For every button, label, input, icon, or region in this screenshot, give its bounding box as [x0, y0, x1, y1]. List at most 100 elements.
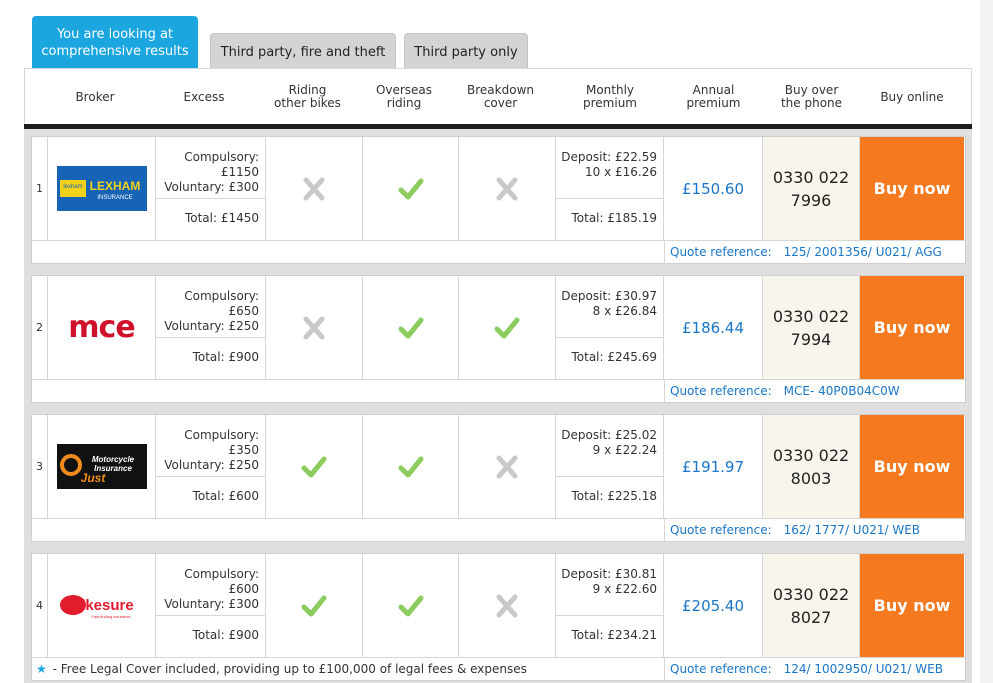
check-icon	[398, 456, 423, 477]
just-logo-badge: Just	[80, 471, 106, 485]
results-panel: You are looking at comprehensive results…	[0, 0, 980, 683]
buy-now-button[interactable]: Buy now	[860, 554, 964, 657]
phone-line-1: 0330 022	[772, 445, 850, 465]
excess-cell: Compulsory: £600 Voluntary: £300 Total: …	[156, 554, 266, 657]
result-footer: Quote reference: 125/ 2001356/ U021/ AGG	[32, 240, 965, 264]
cross-icon	[496, 594, 518, 617]
overseas-riding-cell	[363, 137, 459, 240]
tab-comprehensive[interactable]: You are looking at comprehensive results	[32, 16, 198, 70]
footer-divider	[664, 241, 665, 264]
phone-number[interactable]: 0330 022 7994	[763, 276, 860, 379]
lexham-logo-graphic: lexham LEXHAM INSURANCE	[56, 166, 147, 211]
excess-total: Total: £900	[192, 350, 259, 364]
results-table-header: Broker Excess Riding other bikes Oversea…	[24, 68, 972, 124]
monthly-premium-cell: Deposit: £30.97 8 x £26.84 Total: £245.6…	[556, 276, 664, 379]
phone-line-1: 0330 022	[772, 167, 850, 187]
phone-line-1: 0330 022	[772, 306, 850, 326]
phone-line-2: 7996	[790, 190, 832, 210]
quote-reference-label: Quote reference:	[670, 523, 772, 537]
just-logo-text: Motorcycle	[91, 455, 134, 464]
buy-now-button[interactable]: Buy now	[860, 415, 964, 518]
monthly-deposit: Deposit: £30.97	[561, 289, 657, 303]
quote-reference-value: MCE- 40P0B04C0W	[783, 384, 900, 398]
annual-premium: £191.97	[664, 415, 763, 518]
broker-logo-mce[interactable]: mce	[48, 276, 156, 379]
broker-logo-lexham[interactable]: lexham LEXHAM INSURANCE	[48, 137, 156, 240]
quote-reference-value: 162/ 1777/ U021/ WEB	[783, 523, 921, 537]
monthly-total: Total: £234.21	[571, 628, 657, 642]
breakdown-cover-cell	[459, 554, 556, 657]
bikesure-logo-graphic: Bikesure Fast finding insurance	[56, 583, 147, 628]
check-icon	[301, 595, 327, 616]
monthly-instalments: 9 x £22.24	[592, 443, 657, 457]
broker-logo-just[interactable]: Motorcycle Insurance Just	[48, 415, 156, 518]
phone-line-1: 0330 022	[772, 584, 850, 604]
buy-now-button[interactable]: Buy now	[860, 137, 964, 240]
lexham-logo-subtext: INSURANCE	[97, 195, 132, 201]
excess-total: Total: £600	[192, 489, 259, 503]
monthly-total: Total: £225.18	[571, 489, 657, 503]
legal-cover-text: - Free Legal Cover included, providing u…	[52, 662, 527, 676]
monthly-premium-cell: Deposit: £22.59 10 x £16.26 Total: £185.…	[556, 137, 664, 240]
tab-third-party-only[interactable]: Third party only	[404, 33, 528, 70]
monthly-premium-cell: Deposit: £25.02 9 x £22.24 Total: £225.1…	[556, 415, 664, 518]
quote-reference: Quote reference: MCE- 40P0B04C0W	[670, 384, 900, 398]
legal-cover-note: ★ - Free Legal Cover included, providing…	[36, 662, 527, 676]
annual-premium: £205.40	[664, 554, 763, 657]
excess-cell: Compulsory: £1150 Voluntary: £300 Total:…	[156, 137, 266, 240]
compulsory-excess: Compulsory: £1150	[184, 150, 259, 179]
voluntary-excess: Voluntary: £250	[164, 319, 259, 333]
cross-icon	[496, 455, 518, 478]
compulsory-excess: Compulsory: £600	[184, 567, 259, 596]
footer-divider	[664, 519, 665, 542]
quote-reference: Quote reference: 125/ 2001356/ U021/ AGG	[670, 245, 942, 259]
mce-logo-text: mce	[68, 310, 135, 345]
excess-total: Total: £900	[192, 628, 259, 642]
phone-number[interactable]: 0330 022 8027	[763, 554, 860, 657]
column-header-monthly-premium: Monthly premium	[583, 83, 637, 110]
overseas-riding-cell	[363, 276, 459, 379]
result-rank: 2	[32, 276, 48, 379]
overseas-riding-cell	[363, 415, 459, 518]
quote-reference: Quote reference: 124/ 1002950/ U021/ WEB	[670, 662, 943, 676]
monthly-deposit: Deposit: £30.81	[561, 567, 657, 581]
excess-total: Total: £1450	[184, 211, 259, 225]
compulsory-excess: Compulsory: £350	[184, 428, 259, 457]
result-rank: 1	[32, 137, 48, 240]
riding-other-bikes-cell	[266, 276, 363, 379]
excess-cell: Compulsory: £650 Voluntary: £250 Total: …	[156, 276, 266, 379]
riding-other-bikes-cell	[266, 554, 363, 657]
results-list: 1 lexham LEXHAM INSURANCE Compulsory: £1…	[24, 129, 972, 683]
tab-third-party-fire-theft[interactable]: Third party, fire and theft	[210, 33, 396, 70]
column-header-riding-other-bikes: Riding other bikes	[274, 83, 341, 110]
cross-icon	[496, 177, 518, 200]
check-icon	[494, 317, 520, 338]
broker-logo-bikesure[interactable]: Bikesure Fast finding insurance	[48, 554, 156, 657]
monthly-total: Total: £245.69	[571, 350, 657, 364]
result-rank: 3	[32, 415, 48, 518]
monthly-instalments: 8 x £26.84	[592, 304, 657, 318]
voluntary-excess: Voluntary: £250	[164, 458, 259, 472]
annual-premium: £186.44	[664, 276, 763, 379]
result-card-4: 4 Bikesure Fast finding insurance Compul…	[31, 553, 966, 681]
footer-divider	[664, 380, 665, 403]
quote-reference-label: Quote reference:	[670, 384, 772, 398]
monthly-premium-cell: Deposit: £30.81 9 x £22.60 Total: £234.2…	[556, 554, 664, 657]
phone-number[interactable]: 0330 022 7996	[763, 137, 860, 240]
result-footer: Quote reference: 162/ 1777/ U021/ WEB	[32, 518, 965, 542]
compulsory-excess: Compulsory: £650	[184, 289, 259, 318]
result-card-3: 3 Motorcycle Insurance Just Compulsory: …	[31, 414, 966, 542]
cross-icon	[303, 316, 325, 339]
column-header-excess: Excess	[183, 89, 225, 104]
quote-reference-label: Quote reference:	[670, 245, 772, 259]
overseas-riding-cell	[363, 554, 459, 657]
quote-reference-value: 125/ 2001356/ U021/ AGG	[783, 245, 942, 259]
column-header-breakdown-cover: Breakdown cover	[467, 83, 534, 110]
buy-now-button[interactable]: Buy now	[860, 276, 964, 379]
excess-cell: Compulsory: £350 Voluntary: £250 Total: …	[156, 415, 266, 518]
quote-reference-label: Quote reference:	[670, 662, 772, 676]
phone-number[interactable]: 0330 022 8003	[763, 415, 860, 518]
monthly-deposit: Deposit: £25.02	[561, 428, 657, 442]
result-card-2: 2 mce Compulsory: £650 Voluntary: £250 T…	[31, 275, 966, 403]
cross-icon	[303, 177, 325, 200]
